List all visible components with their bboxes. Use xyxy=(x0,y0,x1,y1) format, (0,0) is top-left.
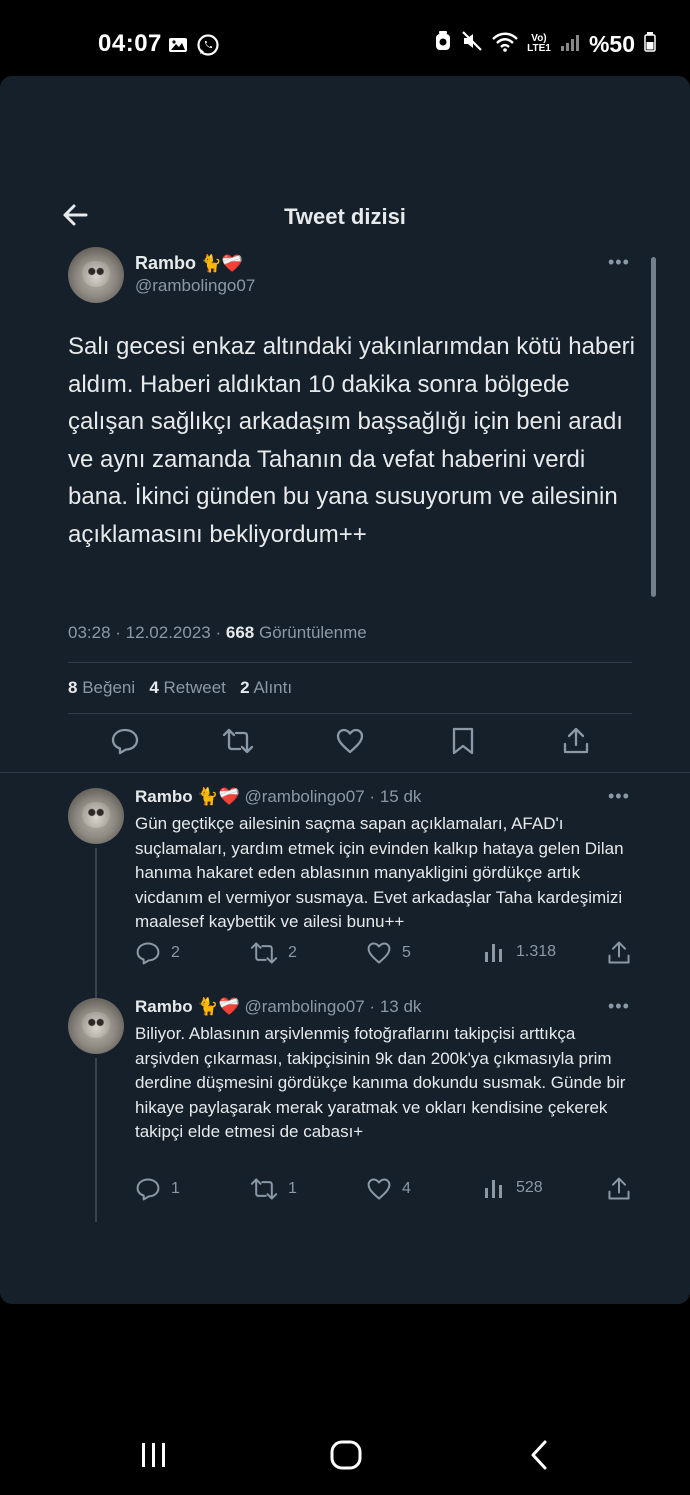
tweet-time: 03:28 · 12.02.2023 · xyxy=(68,623,222,642)
reply-icon[interactable] xyxy=(110,726,140,756)
wifi-icon xyxy=(492,31,518,58)
like-count: 4 xyxy=(402,1180,411,1197)
system-navigation-bar xyxy=(0,1304,690,1495)
tweet-stats: 8 Beğeni 4 Retweet 2 Alıntı xyxy=(68,678,292,698)
network-label: Vo) LTE1 xyxy=(527,33,551,54)
back-icon[interactable] xyxy=(527,1438,551,1477)
retweet-icon[interactable] xyxy=(222,726,254,756)
alarm-icon xyxy=(434,30,452,58)
reply-icon xyxy=(136,1178,160,1201)
handle-time: @rambolingo07 · 15 dk xyxy=(244,787,422,806)
quotes-stat[interactable]: 2 Alıntı xyxy=(240,678,292,697)
reply-icon xyxy=(136,942,160,965)
tweet-meta: 03:28 · 12.02.2023 · 668 Görüntülenme xyxy=(68,623,367,643)
likes-stat[interactable]: 8 Beğeni xyxy=(68,678,135,697)
thread-line xyxy=(95,848,97,1000)
name-emojis: 🐈❤️‍🩹 xyxy=(197,997,240,1016)
views-count: 1.318 xyxy=(516,943,557,960)
like-action[interactable]: 4 xyxy=(366,1176,411,1202)
retweet-icon xyxy=(250,942,278,964)
home-icon[interactable] xyxy=(329,1438,363,1477)
battery-percent: %50 xyxy=(588,30,635,57)
views-count: 668 xyxy=(225,623,255,642)
retweet-action[interactable]: 2 xyxy=(250,940,297,966)
like-icon[interactable] xyxy=(335,726,365,756)
display-name: Rambo xyxy=(135,997,193,1016)
status-time: 04:07 xyxy=(98,30,162,57)
more-options-icon[interactable]: ••• xyxy=(608,786,630,807)
views-label: Görüntülenme xyxy=(258,623,367,642)
tweet-text: Salı gecesi enkaz altındaki yakınlarımda… xyxy=(68,333,635,548)
like-count: 5 xyxy=(402,944,411,961)
display-name: Rambo xyxy=(135,253,197,273)
image-icon xyxy=(168,36,188,59)
views-action[interactable]: 1.318 xyxy=(482,940,556,964)
like-action[interactable]: 5 xyxy=(366,940,411,966)
views-icon xyxy=(485,944,502,962)
status-right: Vo) LTE1 %50 xyxy=(434,30,656,58)
views-action[interactable]: 528 xyxy=(482,1176,543,1200)
divider xyxy=(68,713,632,714)
avatar[interactable] xyxy=(68,998,124,1054)
scrollbar[interactable] xyxy=(651,257,656,597)
page-title: Tweet dizisi xyxy=(284,204,406,229)
reply-text: Biliyor. Ablasının arşivlenmiş fotoğrafl… xyxy=(135,1024,626,1141)
battery-icon xyxy=(644,31,656,58)
reply-text: Gün geçtikçe ailesinin saçma sapan açıkl… xyxy=(135,814,624,931)
status-left-icons xyxy=(168,33,220,62)
like-icon xyxy=(367,1178,391,1200)
status-bar: 04:07 Vo) LTE1 %50 xyxy=(0,0,690,80)
views-count: 528 xyxy=(516,1179,543,1196)
more-options-icon[interactable]: ••• xyxy=(608,252,630,273)
mute-icon xyxy=(461,30,483,58)
bookmark-icon[interactable] xyxy=(449,726,479,756)
retweet-count: 2 xyxy=(288,944,297,961)
recent-apps-icon[interactable] xyxy=(139,1440,169,1475)
handle-time: @rambolingo07 · 13 dk xyxy=(244,997,422,1016)
share-icon[interactable] xyxy=(561,726,591,756)
divider xyxy=(0,772,690,773)
share-icon[interactable] xyxy=(606,1176,636,1206)
signal-icon xyxy=(560,31,580,58)
retweets-stat[interactable]: 4 Retweet xyxy=(149,678,226,697)
name-emojis: 🐈❤️‍🩹 xyxy=(197,787,240,806)
thread-line xyxy=(95,1058,97,1222)
views-icon xyxy=(485,1180,502,1198)
divider xyxy=(68,662,632,663)
tweet-actions xyxy=(0,726,690,762)
retweet-count: 1 xyxy=(288,1180,297,1197)
retweet-action[interactable]: 1 xyxy=(250,1176,297,1202)
like-icon xyxy=(367,942,391,964)
avatar[interactable] xyxy=(68,247,124,303)
name-emojis: 🐈❤️‍🩹 xyxy=(200,254,243,273)
reply-header[interactable]: Rambo 🐈❤️‍🩹 @rambolingo07 · 15 dk xyxy=(135,787,421,807)
reply-count: 1 xyxy=(171,1180,180,1197)
reply-header[interactable]: Rambo 🐈❤️‍🩹 @rambolingo07 · 13 dk xyxy=(135,997,421,1017)
avatar[interactable] xyxy=(68,788,124,844)
more-options-icon[interactable]: ••• xyxy=(608,996,630,1017)
retweet-icon xyxy=(250,1178,278,1200)
tweet-thread-screen: Tweet dizisi Rambo 🐈❤️‍🩹 @rambolingo07 •… xyxy=(0,76,690,1304)
share-icon[interactable] xyxy=(606,940,636,970)
reply-action[interactable]: 2 xyxy=(135,940,180,966)
reply-action[interactable]: 1 xyxy=(135,1176,180,1202)
author-name-row[interactable]: Rambo 🐈❤️‍🩹 xyxy=(135,253,243,274)
display-name: Rambo xyxy=(135,787,193,806)
author-handle[interactable]: @rambolingo07 xyxy=(135,276,255,296)
reply-count: 2 xyxy=(171,944,180,961)
whatsapp-icon xyxy=(196,33,220,62)
